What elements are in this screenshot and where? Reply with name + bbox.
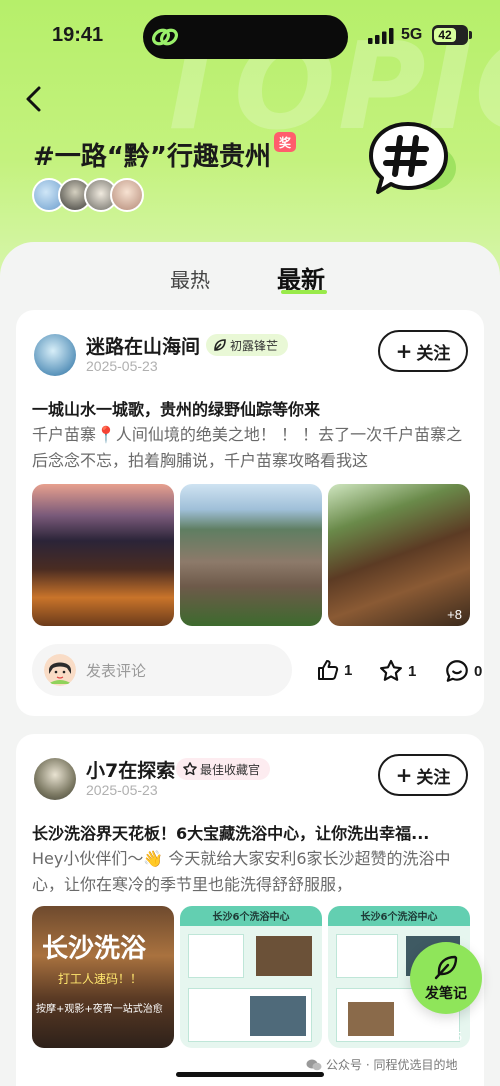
username[interactable]: 小7在探索: [86, 756, 175, 783]
post-body[interactable]: 千户苗寨📍人间仙境的绝美之地！ ！ ！去了一次千户苗寨之后念念不忘，拍着胸脯说，…: [32, 422, 472, 474]
status-bar: 19:41 5G 42: [0, 0, 500, 70]
post-actions: 发表评论 1 1 0: [32, 644, 482, 696]
tab-hottest[interactable]: 最热: [170, 264, 210, 293]
network-type: 5G: [401, 26, 423, 43]
post-image[interactable]: +8: [328, 484, 470, 626]
thumbs-up-icon: [318, 660, 339, 680]
wechat-icon: [306, 1059, 322, 1070]
comment-input[interactable]: 发表评论: [32, 644, 292, 696]
star-icon: [380, 659, 402, 681]
user-tag-label: 初露锋芒: [230, 338, 279, 353]
participant-avatars[interactable]: [32, 178, 144, 214]
comment-count: 0: [474, 662, 483, 680]
more-images-count: +8: [447, 607, 462, 622]
signal-icon: [368, 28, 394, 44]
source-watermark-text: 公众号 · 同程优选目的地: [326, 1058, 458, 1072]
comment-button[interactable]: 0: [444, 658, 482, 684]
status-time: 19:41: [52, 24, 104, 46]
image-caption: 按摩+观影+夜宵一站式治愈: [36, 1004, 163, 1015]
image-headline: 长沙洗浴: [42, 934, 147, 964]
post-images: +8: [32, 484, 470, 626]
post-image[interactable]: [180, 484, 322, 626]
avatar[interactable]: [34, 334, 76, 376]
new-note-label: 发笔记: [425, 986, 467, 1002]
plus-icon: +: [395, 339, 413, 363]
post-title[interactable]: 长沙洗浴界天花板！6大宝藏洗浴中心，让你洗出幸福...: [32, 820, 429, 844]
follow-button[interactable]: + 关注: [378, 330, 468, 372]
leaf-icon: [214, 339, 226, 351]
follow-label: 关注: [416, 343, 451, 364]
post-image[interactable]: [32, 484, 174, 626]
post-title[interactable]: 一城山水一城歌，贵州的绿野仙踪等你来: [32, 396, 320, 420]
username[interactable]: 迷路在山海间: [86, 332, 200, 359]
user-avatar-icon: [44, 654, 76, 686]
topic-title: #一路“黔”行趣贵州: [33, 142, 271, 172]
post-card[interactable]: 小7在探索 最佳收藏官 2025-05-23 + 关注 长沙洗浴界天花板！6大宝…: [16, 734, 484, 1086]
follow-button[interactable]: + 关注: [378, 754, 468, 796]
active-tab-indicator: [281, 290, 327, 294]
like-button[interactable]: 1: [316, 658, 352, 682]
post-date: 2025-05-23: [86, 358, 158, 374]
link-app-icon: [151, 28, 179, 46]
follow-label: 关注: [416, 767, 451, 788]
plus-icon: +: [395, 763, 413, 787]
image-subtitle: 打工人速码！！: [58, 972, 143, 986]
favorite-button[interactable]: 1: [378, 658, 416, 684]
comment-bubble-icon: [446, 660, 468, 682]
post-body[interactable]: Hey小伙伴们～👋 今天就给大家安利6家长沙超赞的洗浴中心，让你在寒冷的季节里也…: [32, 846, 472, 898]
new-note-button[interactable]: 发笔记: [410, 942, 482, 1014]
like-count: 1: [344, 661, 353, 679]
source-watermark: 公众号 · 同程优选目的地: [306, 1056, 457, 1073]
post-image[interactable]: 长沙6个洗浴中心: [180, 906, 322, 1048]
sort-tabs: 最热 最新: [0, 258, 500, 298]
user-tag-label: 最佳收藏官: [200, 762, 261, 777]
image-headline: 长沙6个洗浴中心: [360, 912, 438, 923]
home-indicator[interactable]: [176, 1072, 324, 1077]
battery-level: 42: [434, 28, 456, 42]
favorite-count: 1: [408, 662, 417, 680]
award-badge: 奖: [274, 132, 296, 152]
battery-icon: 42: [432, 25, 472, 45]
feather-pen-icon: [434, 955, 458, 980]
avatar[interactable]: [34, 758, 76, 800]
back-arrow-icon[interactable]: [22, 84, 46, 114]
post-images: 长沙洗浴 打工人速码！！ 按摩+观影+夜宵一站式治愈 长沙6个洗浴中心 长沙6个…: [32, 906, 470, 1048]
hashtag-bubble-icon: [369, 122, 456, 194]
user-tag: 初露锋芒: [206, 334, 289, 356]
comment-placeholder: 发表评论: [86, 661, 147, 680]
star-icon: [183, 762, 197, 776]
post-date: 2025-05-23: [86, 782, 158, 798]
post-card[interactable]: 迷路在山海间 初露锋芒 2025-05-23 + 关注 一城山水一城歌，贵州的绿…: [16, 310, 484, 716]
user-tag: 最佳收藏官: [176, 758, 271, 780]
more-images-count: 5: [454, 1029, 462, 1044]
post-image[interactable]: 长沙洗浴 打工人速码！！ 按摩+观影+夜宵一站式治愈: [32, 906, 174, 1048]
avatar: [110, 178, 144, 212]
image-headline: 长沙6个洗浴中心: [212, 912, 290, 923]
dynamic-island: [143, 15, 348, 59]
